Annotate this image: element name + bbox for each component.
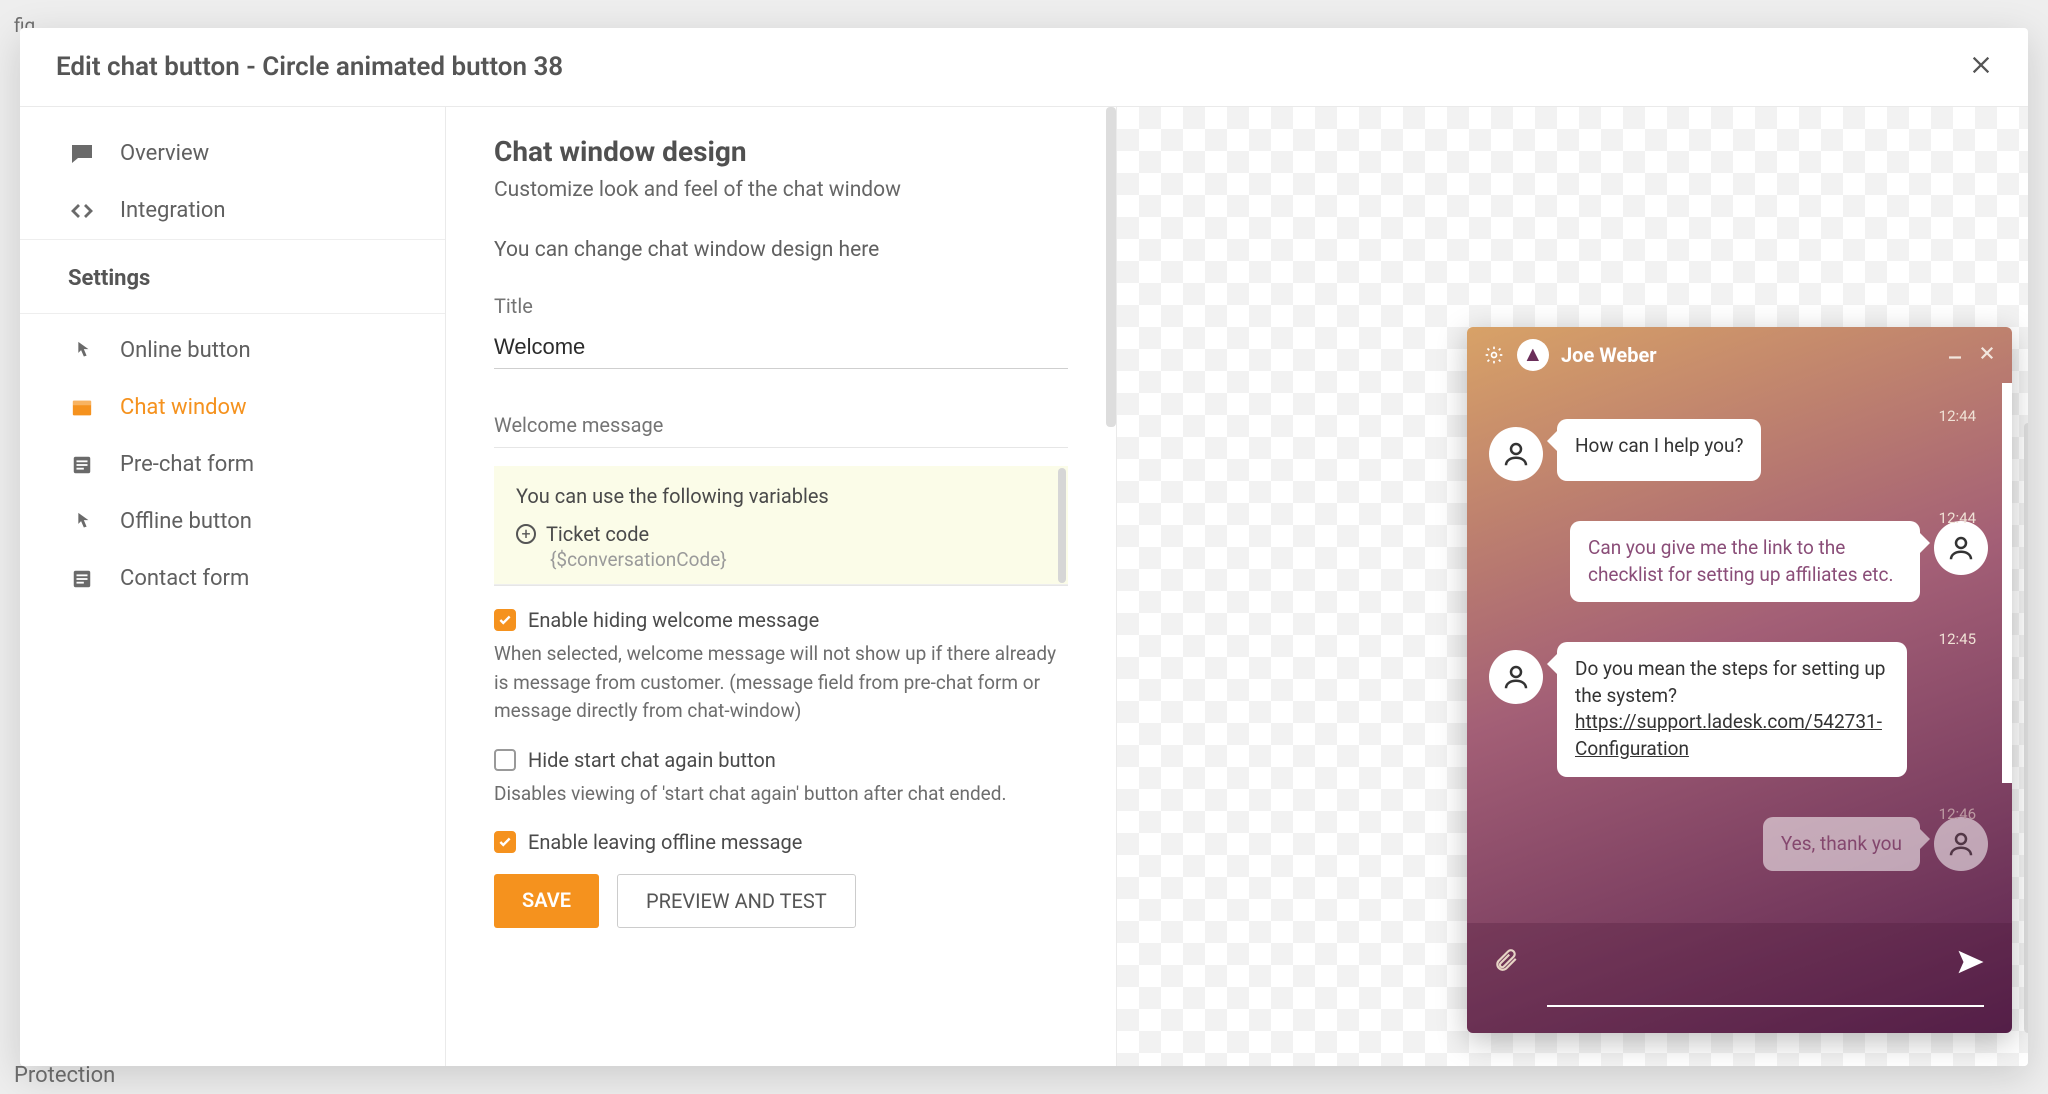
- person-icon: [1934, 521, 1988, 575]
- scrollbar-thumb[interactable]: [1106, 107, 1116, 427]
- modal-body: Overview Integration Settings Online but…: [20, 107, 2028, 1066]
- chat-message-out: 12:46 Yes, thank you: [1467, 809, 2012, 871]
- message-time: 12:46: [1939, 805, 1976, 823]
- agent-avatar-small: [1517, 339, 1549, 371]
- chat-input-bar[interactable]: [1467, 923, 2012, 1033]
- attachment-icon[interactable]: [1493, 947, 1519, 977]
- close-icon[interactable]: [1970, 53, 1992, 81]
- sidebar-item-label: Chat window: [120, 395, 247, 420]
- panel-title: Chat window design: [494, 135, 1068, 168]
- sidebar: Overview Integration Settings Online but…: [20, 107, 446, 1066]
- scrollbar-thumb[interactable]: [2024, 423, 2028, 1033]
- preview-and-test-button[interactable]: PREVIEW AND TEST: [617, 874, 856, 928]
- form-icon: [68, 568, 96, 590]
- message-time: 12:45: [1939, 630, 1976, 648]
- chat-message-out: 12:44 Can you give me the link to the ch…: [1467, 513, 2012, 606]
- speech-bubble-icon: [68, 142, 96, 166]
- message-link[interactable]: https://support.ladesk.com/542731-Config…: [1575, 710, 1882, 760]
- close-icon[interactable]: [1978, 344, 1996, 366]
- person-icon: [1489, 427, 1543, 481]
- message-bubble: Can you give me the link to the checklis…: [1570, 521, 1920, 602]
- option-enable-hiding-welcome[interactable]: Enable hiding welcome message: [494, 608, 1068, 632]
- scrollbar-thumb[interactable]: [1058, 468, 1066, 583]
- sidebar-section-settings: Settings: [20, 239, 445, 314]
- option-label: Hide start chat again button: [528, 748, 776, 772]
- message-time: 12:44: [1939, 407, 1976, 425]
- sidebar-item-label: Overview: [120, 141, 209, 166]
- code-icon: [68, 199, 96, 223]
- sidebar-item-integration[interactable]: Integration: [20, 182, 445, 239]
- sidebar-item-overview[interactable]: Overview: [20, 125, 445, 182]
- chat-agent-name: Joe Weber: [1561, 343, 1934, 367]
- message-bubble: How can I help you?: [1557, 419, 1761, 481]
- option-enable-offline-message[interactable]: Enable leaving offline message: [494, 830, 1068, 854]
- sidebar-item-label: Online button: [120, 338, 251, 363]
- modal-header: Edit chat button - Circle animated butto…: [20, 28, 2028, 107]
- panel-description: You can change chat window design here: [494, 238, 1068, 262]
- message-time: 12:44: [1939, 509, 1976, 527]
- pointer-icon: [68, 511, 96, 533]
- save-button[interactable]: SAVE: [494, 874, 599, 928]
- message-bubble: Yes, thank you: [1763, 817, 1920, 871]
- panel-subtitle: Customize look and feel of the chat wind…: [494, 178, 1068, 202]
- pointer-icon: [68, 340, 96, 362]
- person-icon: [1934, 817, 1988, 871]
- option-help-text: Disables viewing of 'start chat again' b…: [494, 780, 1068, 809]
- sidebar-item-pre-chat-form[interactable]: Pre-chat form: [20, 436, 445, 493]
- chat-body: 12:44 How can I help you? 12:44 Can you …: [1467, 383, 2012, 923]
- sidebar-item-chat-window[interactable]: Chat window: [20, 379, 445, 436]
- welcome-message-label: Welcome message: [494, 413, 1068, 437]
- backdrop-fragment-bottom: Protection: [14, 1063, 115, 1088]
- variable-code: {$conversationCode}: [550, 548, 1046, 571]
- variables-hint-box: You can use the following variables + Ti…: [494, 466, 1068, 585]
- sidebar-item-label: Pre-chat form: [120, 452, 254, 477]
- sidebar-item-label: Offline button: [120, 509, 252, 534]
- option-hide-start-chat-again[interactable]: Hide start chat again button: [494, 748, 1068, 772]
- variable-ticket-code[interactable]: + Ticket code: [516, 522, 1046, 546]
- sidebar-item-label: Contact form: [120, 566, 249, 591]
- minimize-icon[interactable]: [1946, 344, 1964, 366]
- message-text: Do you mean the steps for setting up the…: [1575, 657, 1885, 707]
- chat-preview-canvas: Joe Weber 12:44: [1116, 107, 2028, 1066]
- option-help-text: When selected, welcome message will not …: [494, 640, 1068, 726]
- edit-chat-button-modal: Edit chat button - Circle animated butto…: [20, 28, 2028, 1066]
- chat-message-in: 12:45 Do you mean the steps for setting …: [1467, 634, 2012, 780]
- title-field-label: Title: [494, 294, 1068, 318]
- sidebar-item-offline-button[interactable]: Offline button: [20, 493, 445, 550]
- person-icon: [1489, 650, 1543, 704]
- title-input[interactable]: [494, 328, 1068, 369]
- form-icon: [68, 454, 96, 476]
- chat-input-underline: [1547, 1005, 1984, 1007]
- checkbox-checked-icon[interactable]: [494, 831, 516, 853]
- hint-title: You can use the following variables: [516, 484, 1046, 508]
- chat-widget: Joe Weber 12:44: [1467, 327, 2012, 1033]
- message-bubble: Do you mean the steps for setting up the…: [1557, 642, 1907, 776]
- checkbox-unchecked-icon[interactable]: [494, 749, 516, 771]
- sidebar-item-contact-form[interactable]: Contact form: [20, 550, 445, 607]
- chat-header: Joe Weber: [1467, 327, 2012, 383]
- welcome-message-area[interactable]: You can use the following variables + Ti…: [494, 447, 1068, 586]
- send-icon[interactable]: [1956, 947, 1986, 981]
- plus-circle-icon: +: [516, 524, 536, 544]
- checkbox-checked-icon[interactable]: [494, 609, 516, 631]
- settings-panel: Chat window design Customize look and fe…: [446, 107, 1116, 1066]
- window-icon: [68, 397, 96, 419]
- variable-label: Ticket code: [546, 522, 649, 546]
- sidebar-item-online-button[interactable]: Online button: [20, 322, 445, 379]
- modal-title: Edit chat button - Circle animated butto…: [56, 52, 563, 82]
- gear-icon[interactable]: [1483, 344, 1505, 366]
- option-label: Enable leaving offline message: [528, 830, 802, 854]
- sidebar-item-label: Integration: [120, 198, 226, 223]
- option-label: Enable hiding welcome message: [528, 608, 819, 632]
- chat-message-in: 12:44 How can I help you?: [1467, 411, 2012, 485]
